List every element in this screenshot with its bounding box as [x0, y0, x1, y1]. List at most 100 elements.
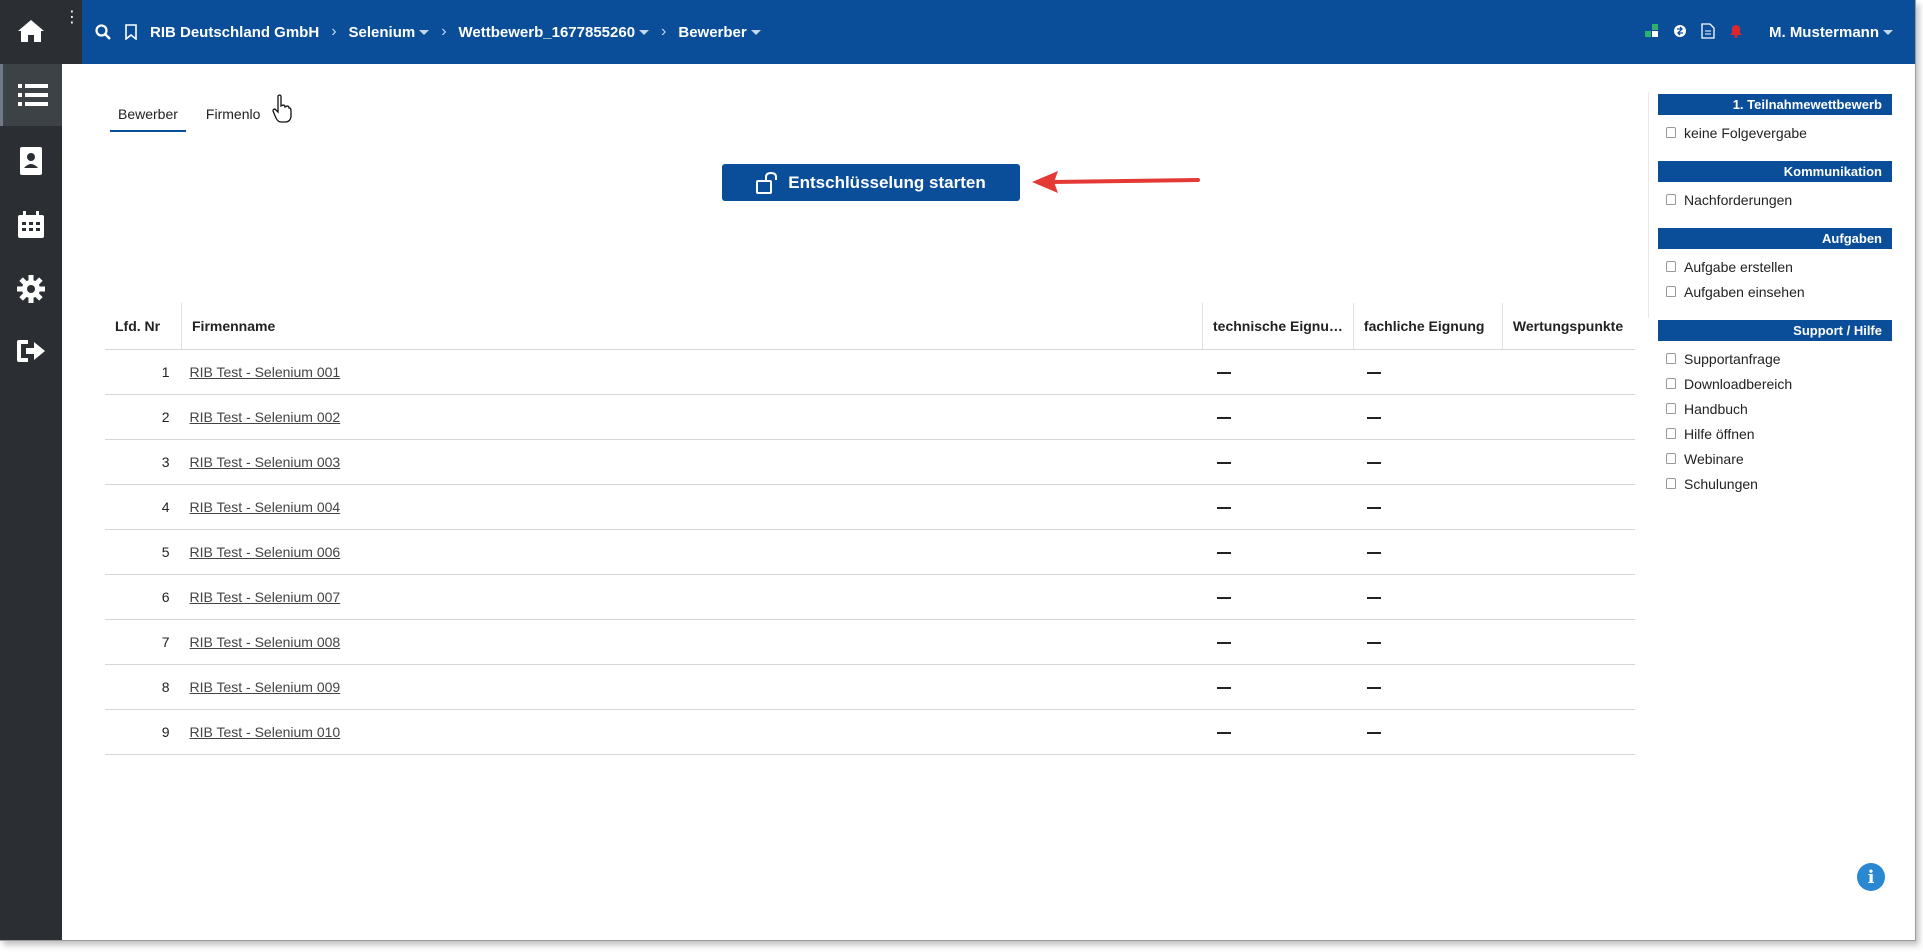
side-link[interactable]: Schulungen: [1658, 471, 1892, 496]
breadcrumb-page-label: Bewerber: [678, 23, 747, 41]
company-link[interactable]: RIB Test - Selenium 009: [190, 679, 341, 695]
row-number: 1: [105, 349, 182, 395]
technical-suitability-cell: [1202, 574, 1354, 620]
rail-home[interactable]: [0, 0, 62, 62]
side-link[interactable]: keine Folgevergabe: [1658, 120, 1892, 145]
side-link[interactable]: Downloadbereich: [1658, 371, 1892, 396]
company-cell: RIB Test - Selenium 008: [181, 619, 1203, 665]
side-link-label: Schulungen: [1684, 475, 1758, 492]
document-edit-icon[interactable]: [1701, 22, 1715, 42]
rail-settings[interactable]: [0, 258, 62, 320]
transfer-icon[interactable]: [1673, 24, 1687, 41]
company-cell: RIB Test - Selenium 009: [181, 664, 1203, 710]
breadcrumb-page[interactable]: Bewerber: [678, 23, 761, 41]
empty-dash: [1367, 372, 1382, 375]
professional-suitability-cell: [1353, 349, 1503, 395]
rail-logout[interactable]: [0, 320, 62, 382]
table-header-row: Lfd. Nr Firmenname technische Eignu… fac…: [105, 303, 1635, 350]
professional-suitability-cell: [1353, 709, 1503, 755]
start-decryption-label: Entschlüsselung starten: [788, 172, 986, 192]
row-number: 7: [105, 619, 182, 665]
apps-icon[interactable]: [1644, 23, 1659, 41]
logout-icon: [17, 340, 45, 362]
breadcrumb-org[interactable]: RIB Deutschland GmbH: [150, 24, 319, 41]
side-link[interactable]: Webinare: [1658, 446, 1892, 471]
company-link[interactable]: RIB Test - Selenium 001: [190, 364, 341, 380]
empty-dash: [1367, 417, 1382, 420]
chevron-right-icon: ›: [441, 23, 447, 40]
col-firmenname[interactable]: Firmenname: [181, 303, 1203, 350]
side-group: Support / Hilfe Supportanfrage Downloadber…: [1658, 320, 1892, 496]
side-link[interactable]: Supportanfrage: [1658, 346, 1892, 371]
bullet-icon: [1666, 428, 1676, 439]
company-link[interactable]: RIB Test - Selenium 003: [190, 454, 341, 470]
side-link[interactable]: Hilfe öffnen: [1658, 421, 1892, 446]
empty-dash: [1367, 732, 1382, 735]
col-lfd-nr[interactable]: Lfd. Nr: [105, 303, 182, 350]
col-fachliche-eignung[interactable]: fachliche Eignung: [1352, 303, 1503, 350]
rail-contacts[interactable]: [0, 130, 62, 192]
professional-suitability-cell: [1353, 619, 1503, 665]
info-icon[interactable]: i: [1857, 863, 1885, 891]
side-link-label: Hilfe öffnen: [1684, 425, 1755, 442]
hand-cursor-icon: [272, 94, 292, 123]
tab-bewerber[interactable]: Bewerber: [110, 98, 186, 132]
bullet-icon: [1666, 353, 1676, 364]
row-number: 2: [105, 394, 182, 440]
empty-dash: [1367, 552, 1382, 555]
tab-bar: Bewerber Firmenlo: [110, 98, 280, 132]
annotation-arrow: [1032, 171, 1200, 193]
side-link-label: Nachforderungen: [1684, 191, 1793, 208]
breadcrumb-competition-label: Wettbewerb_1677855260: [458, 23, 636, 41]
side-link[interactable]: Handbuch: [1658, 396, 1892, 421]
row-number: 8: [105, 664, 182, 710]
rail-calendar[interactable]: [0, 194, 62, 256]
bullet-icon: [1666, 478, 1676, 489]
rail-list[interactable]: [0, 64, 62, 126]
company-link[interactable]: RIB Test - Selenium 007: [190, 589, 341, 605]
company-link[interactable]: RIB Test - Selenium 010: [190, 724, 341, 740]
side-link-label: Aufgabe erstellen: [1684, 258, 1793, 275]
side-link-label: keine Folgevergabe: [1684, 124, 1807, 141]
bookmark-icon[interactable]: [120, 21, 142, 43]
score-cell: [1502, 709, 1635, 755]
side-link-label: Downloadbereich: [1684, 375, 1793, 392]
company-cell: RIB Test - Selenium 004: [181, 484, 1203, 530]
bullet-icon: [1666, 378, 1676, 389]
side-group: Kommunikation Nachforderungen: [1658, 161, 1892, 212]
caret-down-icon: [639, 29, 650, 35]
more-vert-icon[interactable]: ⋮: [64, 6, 80, 30]
company-link[interactable]: RIB Test - Selenium 008: [190, 634, 341, 650]
list-icon: [17, 84, 48, 106]
company-cell: RIB Test - Selenium 002: [181, 394, 1203, 440]
company-cell: RIB Test - Selenium 010: [181, 709, 1203, 755]
side-group-title: 1. Teilnahmewettbewerb: [1658, 94, 1892, 115]
table-row: 3 RIB Test - Selenium 003: [105, 439, 1635, 485]
side-link-label: Aufgaben einsehen: [1684, 283, 1805, 300]
table-row: 7 RIB Test - Selenium 008: [105, 619, 1635, 665]
side-link[interactable]: Nachforderungen: [1658, 187, 1892, 212]
notification-bell-icon[interactable]: [1729, 24, 1743, 41]
side-panel: 1. Teilnahmewettbewerb keine Folgevergabe…: [1658, 94, 1892, 512]
tab-firmenlog[interactable]: Firmenlo: [198, 98, 268, 132]
bullet-icon: [1666, 194, 1676, 205]
caret-down-icon: [419, 29, 430, 35]
score-cell: [1502, 439, 1635, 485]
score-cell: [1502, 574, 1635, 620]
company-link[interactable]: RIB Test - Selenium 004: [190, 499, 341, 515]
company-link[interactable]: RIB Test - Selenium 002: [190, 409, 341, 425]
search-icon[interactable]: [92, 21, 114, 43]
calendar-icon: [18, 211, 44, 238]
breadcrumb-competition[interactable]: Wettbewerb_1677855260: [459, 24, 650, 41]
row-number: 4: [105, 484, 182, 530]
side-link[interactable]: Aufgaben einsehen: [1658, 279, 1892, 304]
company-cell: RIB Test - Selenium 001: [181, 349, 1203, 395]
breadcrumb-project[interactable]: Selenium: [349, 24, 430, 41]
user-menu[interactable]: M. Mustermann: [1769, 24, 1893, 41]
caret-down-icon: [750, 29, 761, 35]
col-wertungspunkte[interactable]: Wertungspunkte: [1501, 303, 1635, 350]
start-decryption-button[interactable]: Entschlüsselung starten: [722, 164, 1020, 201]
side-link[interactable]: Aufgabe erstellen: [1658, 254, 1892, 279]
company-link[interactable]: RIB Test - Selenium 006: [190, 544, 341, 560]
col-technische-eignung[interactable]: technische Eignu…: [1202, 303, 1354, 350]
